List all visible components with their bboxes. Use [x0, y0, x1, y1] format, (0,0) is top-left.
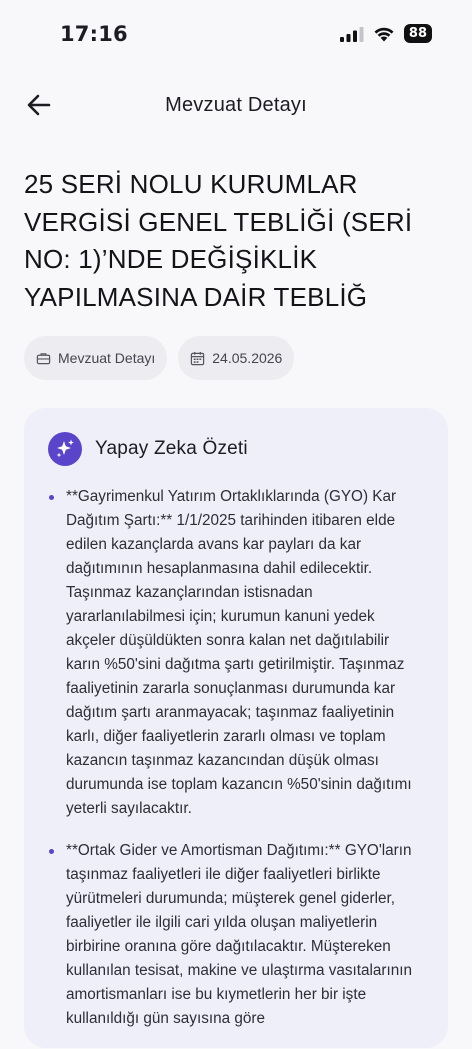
summary-item: **Ortak Gider ve Amortisman Dağıtımı:** …	[46, 839, 426, 1031]
summary-title: Yapay Zeka Özeti	[95, 438, 248, 459]
summary-list: **Gayrimenkul Yatırım Ortaklıklarında (G…	[46, 485, 426, 1049]
battery-icon: 88	[403, 24, 432, 43]
status-bar: 17:16 88	[0, 0, 472, 70]
bullet-dot	[49, 849, 54, 854]
sparkles-icon	[56, 439, 74, 458]
summary-item-text: **Gayrimenkul Yatırım Ortaklıklarında (G…	[66, 488, 412, 817]
briefcase-icon	[36, 352, 51, 364]
wifi-icon	[374, 27, 394, 41]
summary-header: Yapay Zeka Özeti	[48, 432, 248, 466]
status-time: 17:16	[60, 22, 128, 46]
date-chip-label: 24.05.2026	[212, 350, 283, 366]
ai-summary-card: Yapay Zeka Özeti **Gayrimenkul Yatırım O…	[24, 408, 448, 1048]
summary-item-text: **Ortak Gider ve Amortisman Dağıtımı:** …	[66, 842, 413, 1027]
date-chip: 24.05.2026	[178, 336, 295, 380]
cellular-signal-icon	[339, 26, 364, 42]
bullet-dot	[49, 495, 54, 500]
nav-bar: Mevzuat Detayı	[0, 80, 472, 132]
page-title: 25 SERİ NOLU KURUMLAR VERGİSİ GENEL TEBL…	[24, 169, 413, 312]
category-chip: Mevzuat Detayı	[24, 336, 168, 380]
summary-item: **Gayrimenkul Yatırım Ortaklıklarında (G…	[46, 485, 426, 821]
calendar-icon	[191, 351, 205, 365]
category-chip-label: Mevzuat Detayı	[58, 350, 156, 366]
status-icons: 88	[339, 24, 432, 43]
meta-row: Mevzuat Detayı 24.05.2026	[24, 336, 295, 380]
nav-title: Mevzuat Detayı	[165, 94, 307, 116]
ai-badge	[48, 432, 82, 466]
